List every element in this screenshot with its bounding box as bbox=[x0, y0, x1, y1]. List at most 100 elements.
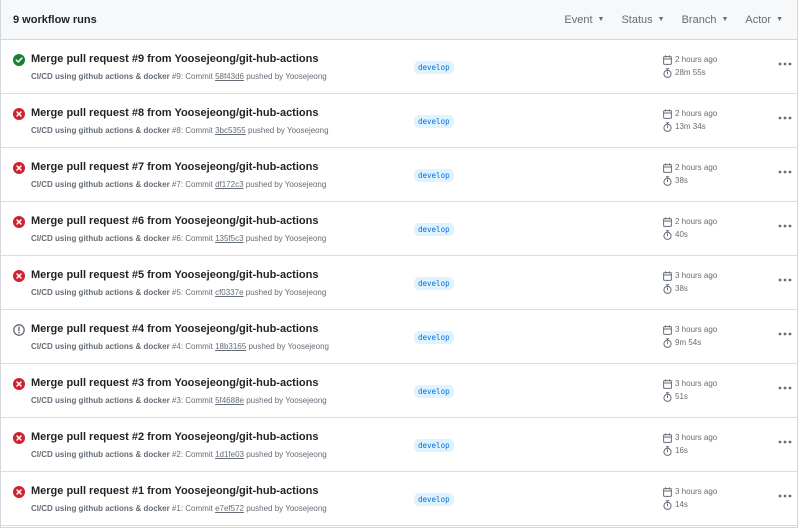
run-number: #4: Commit bbox=[171, 342, 213, 351]
run-title-link[interactable]: Merge pull request #9 from Yoosejeong/gi… bbox=[31, 53, 318, 65]
run-duration: 40s bbox=[675, 230, 688, 239]
kebab-menu-icon[interactable] bbox=[778, 224, 792, 232]
branch-label[interactable]: develop bbox=[414, 223, 454, 236]
run-number: #1: Commit bbox=[171, 504, 213, 513]
run-timing: 3 hours ago 16s bbox=[663, 431, 717, 457]
stopwatch-icon bbox=[663, 337, 675, 348]
run-started: 2 hours ago bbox=[675, 217, 718, 226]
run-started: 3 hours ago bbox=[675, 379, 718, 388]
commit-sha-link[interactable]: 58f43d6 bbox=[215, 72, 244, 81]
branch-label[interactable]: develop bbox=[414, 169, 454, 182]
run-title-link[interactable]: Merge pull request #4 from Yoosejeong/gi… bbox=[31, 323, 318, 335]
commit-sha-link[interactable]: 3bc5355 bbox=[215, 126, 246, 135]
commit-sha-link[interactable]: e7ef572 bbox=[215, 504, 244, 513]
run-title-link[interactable]: Merge pull request #7 from Yoosejeong/gi… bbox=[31, 161, 318, 173]
workflow-runs-list: 9 workflow runs Event ▼ Status ▼ Branch ▼ A… bbox=[0, 0, 798, 528]
x-circle-icon bbox=[13, 486, 25, 498]
branch-label[interactable]: develop bbox=[414, 439, 454, 452]
workflow-run-row[interactable]: Merge pull request #8 from Yoosejeong/gi… bbox=[1, 94, 797, 148]
commit-sha-link[interactable]: cf0337e bbox=[215, 288, 243, 297]
workflow-run-row[interactable]: Merge pull request #2 from Yoosejeong/gi… bbox=[1, 418, 797, 472]
run-number: #8: Commit bbox=[171, 126, 213, 135]
event-filter[interactable]: Event ▼ bbox=[564, 14, 604, 26]
caret-down-icon: ▼ bbox=[776, 16, 783, 23]
commit-sha-link[interactable]: 18b3165 bbox=[215, 342, 246, 351]
status-filter-label: Status bbox=[621, 13, 653, 26]
kebab-menu-icon[interactable] bbox=[778, 440, 792, 448]
workflow-run-row[interactable]: Merge pull request #1 from Yoosejeong/gi… bbox=[1, 472, 797, 526]
calendar-icon bbox=[663, 270, 675, 281]
branch-label[interactable]: develop bbox=[414, 493, 454, 506]
pushed-by: pushed by Yoosejeong bbox=[248, 342, 329, 351]
run-title-link[interactable]: Merge pull request #6 from Yoosejeong/gi… bbox=[31, 215, 318, 227]
branch-label[interactable]: develop bbox=[414, 385, 454, 398]
run-duration: 13m 34s bbox=[675, 122, 706, 131]
branch-label[interactable]: develop bbox=[414, 331, 454, 344]
run-timing: 3 hours ago 51s bbox=[663, 377, 717, 403]
commit-sha-link[interactable]: 1d1fe03 bbox=[215, 450, 244, 459]
branch-label[interactable]: develop bbox=[414, 277, 454, 290]
branch-label[interactable]: develop bbox=[414, 115, 454, 128]
run-title-link[interactable]: Merge pull request #5 from Yoosejeong/gi… bbox=[31, 269, 318, 281]
run-title-link[interactable]: Merge pull request #8 from Yoosejeong/gi… bbox=[31, 107, 318, 119]
run-meta: CI/CD using github actions & docker #4: … bbox=[31, 342, 329, 351]
kebab-menu-icon[interactable] bbox=[778, 278, 792, 286]
stopwatch-icon bbox=[663, 391, 675, 402]
branch-label[interactable]: develop bbox=[414, 61, 454, 74]
kebab-menu-icon[interactable] bbox=[778, 62, 792, 70]
run-number: #7: Commit bbox=[171, 180, 213, 189]
workflow-run-row[interactable]: Merge pull request #6 from Yoosejeong/gi… bbox=[1, 202, 797, 256]
workflow-name: CI/CD using github actions & docker bbox=[31, 126, 170, 135]
kebab-menu-icon[interactable] bbox=[778, 386, 792, 394]
run-timing: 3 hours ago 14s bbox=[663, 485, 717, 511]
workflow-run-row[interactable]: Merge pull request #9 from Yoosejeong/gi… bbox=[1, 40, 797, 94]
runs-header: 9 workflow runs Event ▼ Status ▼ Branch ▼ A… bbox=[1, 0, 797, 40]
run-meta: CI/CD using github actions & docker #2: … bbox=[31, 450, 327, 459]
workflow-run-row[interactable]: Merge pull request #4 from Yoosejeong/gi… bbox=[1, 310, 797, 364]
alert-circle-icon bbox=[13, 324, 25, 336]
run-title-link[interactable]: Merge pull request #2 from Yoosejeong/gi… bbox=[31, 431, 318, 443]
run-number: #3: Commit bbox=[171, 396, 213, 405]
run-timing: 3 hours ago 38s bbox=[663, 269, 717, 295]
actor-filter-label: Actor bbox=[745, 13, 772, 26]
run-timing: 2 hours ago 40s bbox=[663, 215, 717, 241]
workflow-name: CI/CD using github actions & docker bbox=[31, 450, 170, 459]
calendar-icon bbox=[663, 378, 675, 389]
run-number: #6: Commit bbox=[171, 234, 213, 243]
caret-down-icon: ▼ bbox=[657, 16, 665, 23]
status-filter[interactable]: Status ▼ bbox=[621, 14, 664, 26]
calendar-icon bbox=[663, 54, 675, 65]
kebab-menu-icon[interactable] bbox=[778, 332, 792, 340]
run-meta: CI/CD using github actions & docker #9: … bbox=[31, 72, 327, 81]
workflow-run-row[interactable]: Merge pull request #7 from Yoosejeong/gi… bbox=[1, 148, 797, 202]
kebab-menu-icon[interactable] bbox=[778, 170, 792, 178]
run-duration: 14s bbox=[675, 500, 688, 509]
calendar-icon bbox=[663, 108, 675, 119]
kebab-menu-icon[interactable] bbox=[778, 494, 792, 502]
commit-sha-link[interactable]: 5f4688e bbox=[215, 396, 244, 405]
run-meta: CI/CD using github actions & docker #7: … bbox=[31, 180, 326, 189]
run-title-link[interactable]: Merge pull request #1 from Yoosejeong/gi… bbox=[31, 485, 318, 497]
workflow-run-row[interactable]: Merge pull request #3 from Yoosejeong/gi… bbox=[1, 364, 797, 418]
pushed-by: pushed by Yoosejeong bbox=[246, 72, 327, 81]
run-number: #5: Commit bbox=[171, 288, 213, 297]
kebab-menu-icon[interactable] bbox=[778, 116, 792, 124]
x-circle-icon bbox=[13, 108, 25, 120]
commit-sha-link[interactable]: df172c3 bbox=[215, 180, 243, 189]
branch-filter-label: Branch bbox=[681, 13, 717, 26]
workflow-name: CI/CD using github actions & docker bbox=[31, 72, 170, 81]
run-started: 3 hours ago bbox=[675, 325, 718, 334]
workflow-run-row[interactable]: Merge pull request #5 from Yoosejeong/gi… bbox=[1, 256, 797, 310]
commit-sha-link[interactable]: 135f5c3 bbox=[215, 234, 243, 243]
run-duration: 51s bbox=[675, 392, 688, 401]
actor-filter[interactable]: Actor ▼ bbox=[745, 14, 783, 26]
run-title-link[interactable]: Merge pull request #3 from Yoosejeong/gi… bbox=[31, 377, 318, 389]
runs-rows: Merge pull request #9 from Yoosejeong/gi… bbox=[1, 40, 797, 526]
branch-filter[interactable]: Branch ▼ bbox=[682, 14, 729, 26]
run-started: 2 hours ago bbox=[675, 55, 718, 64]
calendar-icon bbox=[663, 324, 675, 335]
calendar-icon bbox=[663, 216, 675, 227]
stopwatch-icon bbox=[663, 445, 675, 456]
pushed-by: pushed by Yoosejeong bbox=[245, 180, 327, 189]
run-duration: 38s bbox=[675, 176, 688, 185]
